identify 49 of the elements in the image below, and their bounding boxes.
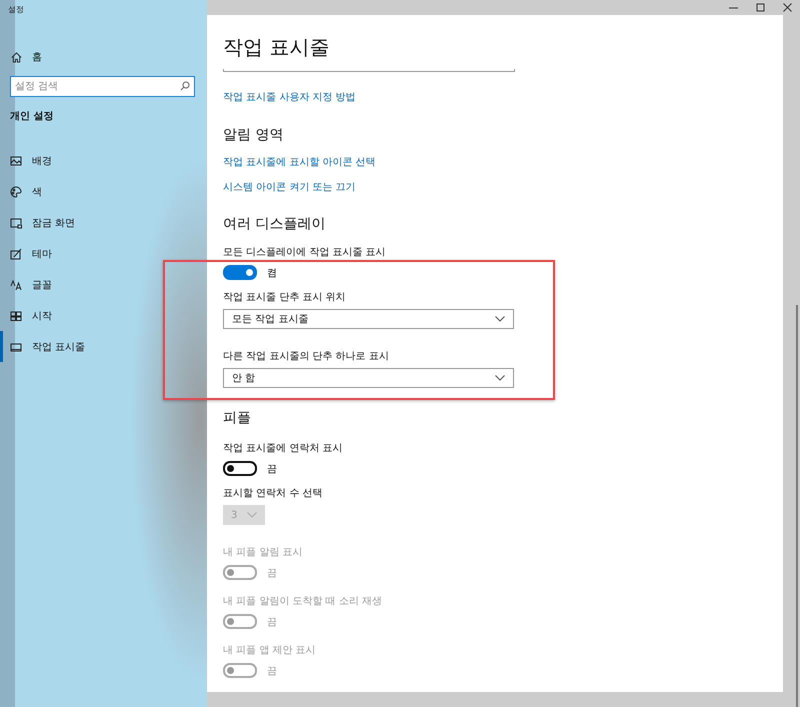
settings-link[interactable]: 시스템 아이콘 켜기 또는 끄기 <box>223 180 356 194</box>
section-heading: 피플 <box>223 409 251 427</box>
toggle-label: 내 피플 앱 제안 표시 <box>223 644 316 657</box>
maximize-icon[interactable] <box>756 3 765 12</box>
nav-item[interactable]: 배경 <box>0 145 207 176</box>
settings-link[interactable]: 작업 표시줄에 표시할 아이콘 선택 <box>223 155 376 169</box>
toggle-state: 끔 <box>267 616 277 628</box>
search-icon <box>180 81 190 91</box>
search-field[interactable]: 설정 검색 <box>10 76 195 97</box>
home-item[interactable]: 홈 <box>0 47 207 67</box>
nav-item[interactable]: 잠금 화면 <box>0 207 207 238</box>
dropdown-label: 표시할 연락처 수 선택 <box>223 487 323 500</box>
font-icon <box>10 278 22 290</box>
toggle-label: 작업 표시줄에 연락처 표시 <box>223 442 343 455</box>
dropdown-label: 다른 작업 표시줄의 단추 하나로 표시 <box>223 350 389 363</box>
toggle-state: 끔 <box>267 664 277 678</box>
chevron-down-icon <box>495 375 505 381</box>
lock-screen-icon <box>10 216 22 228</box>
brush-icon <box>10 248 22 260</box>
nav-item[interactable]: 색 <box>0 176 207 207</box>
chevron-down-icon <box>495 316 505 322</box>
start-icon <box>10 310 22 322</box>
toggle-state: 끔 <box>267 566 277 580</box>
toggle-label: 내 피플 알림 표시 <box>223 546 303 559</box>
window-title: 설정 <box>8 5 24 15</box>
section-heading: 알림 영역 <box>223 126 284 144</box>
dropdown[interactable]: 안 함 <box>223 368 514 388</box>
nav-item[interactable]: 테마 <box>0 238 207 269</box>
toggle-state: 끔 <box>267 462 277 476</box>
section-heading: 개인 설정 <box>10 110 54 123</box>
nav-item[interactable]: 시작 <box>0 300 207 331</box>
chevron-down-icon <box>247 512 257 518</box>
toggle-switch[interactable] <box>223 265 257 280</box>
close-icon[interactable] <box>783 3 792 12</box>
taskbar-icon <box>10 340 22 352</box>
toggle-switch[interactable] <box>223 461 257 476</box>
toggle-label: 내 피플 알림이 도착할 때 소리 재생 <box>223 595 382 608</box>
toggle-state: 켬 <box>267 266 277 280</box>
nav-item[interactable]: 글꼴 <box>0 269 207 300</box>
palette-icon <box>10 186 22 198</box>
image-icon <box>10 154 22 166</box>
page-title: 작업 표시줄 <box>223 34 330 61</box>
home-icon <box>11 52 22 62</box>
dropdown[interactable]: 모든 작업 표시줄 <box>223 309 514 329</box>
scrollbar[interactable] <box>796 305 798 707</box>
settings-link[interactable]: 작업 표시줄 사용자 지정 방법 <box>223 90 356 104</box>
dropdown-label: 작업 표시줄 단추 표시 위치 <box>223 291 346 304</box>
section-heading: 여러 디스플레이 <box>223 215 326 233</box>
toggle-label: 모든 디스플레이에 작업 표시줄 표시 <box>223 246 386 259</box>
